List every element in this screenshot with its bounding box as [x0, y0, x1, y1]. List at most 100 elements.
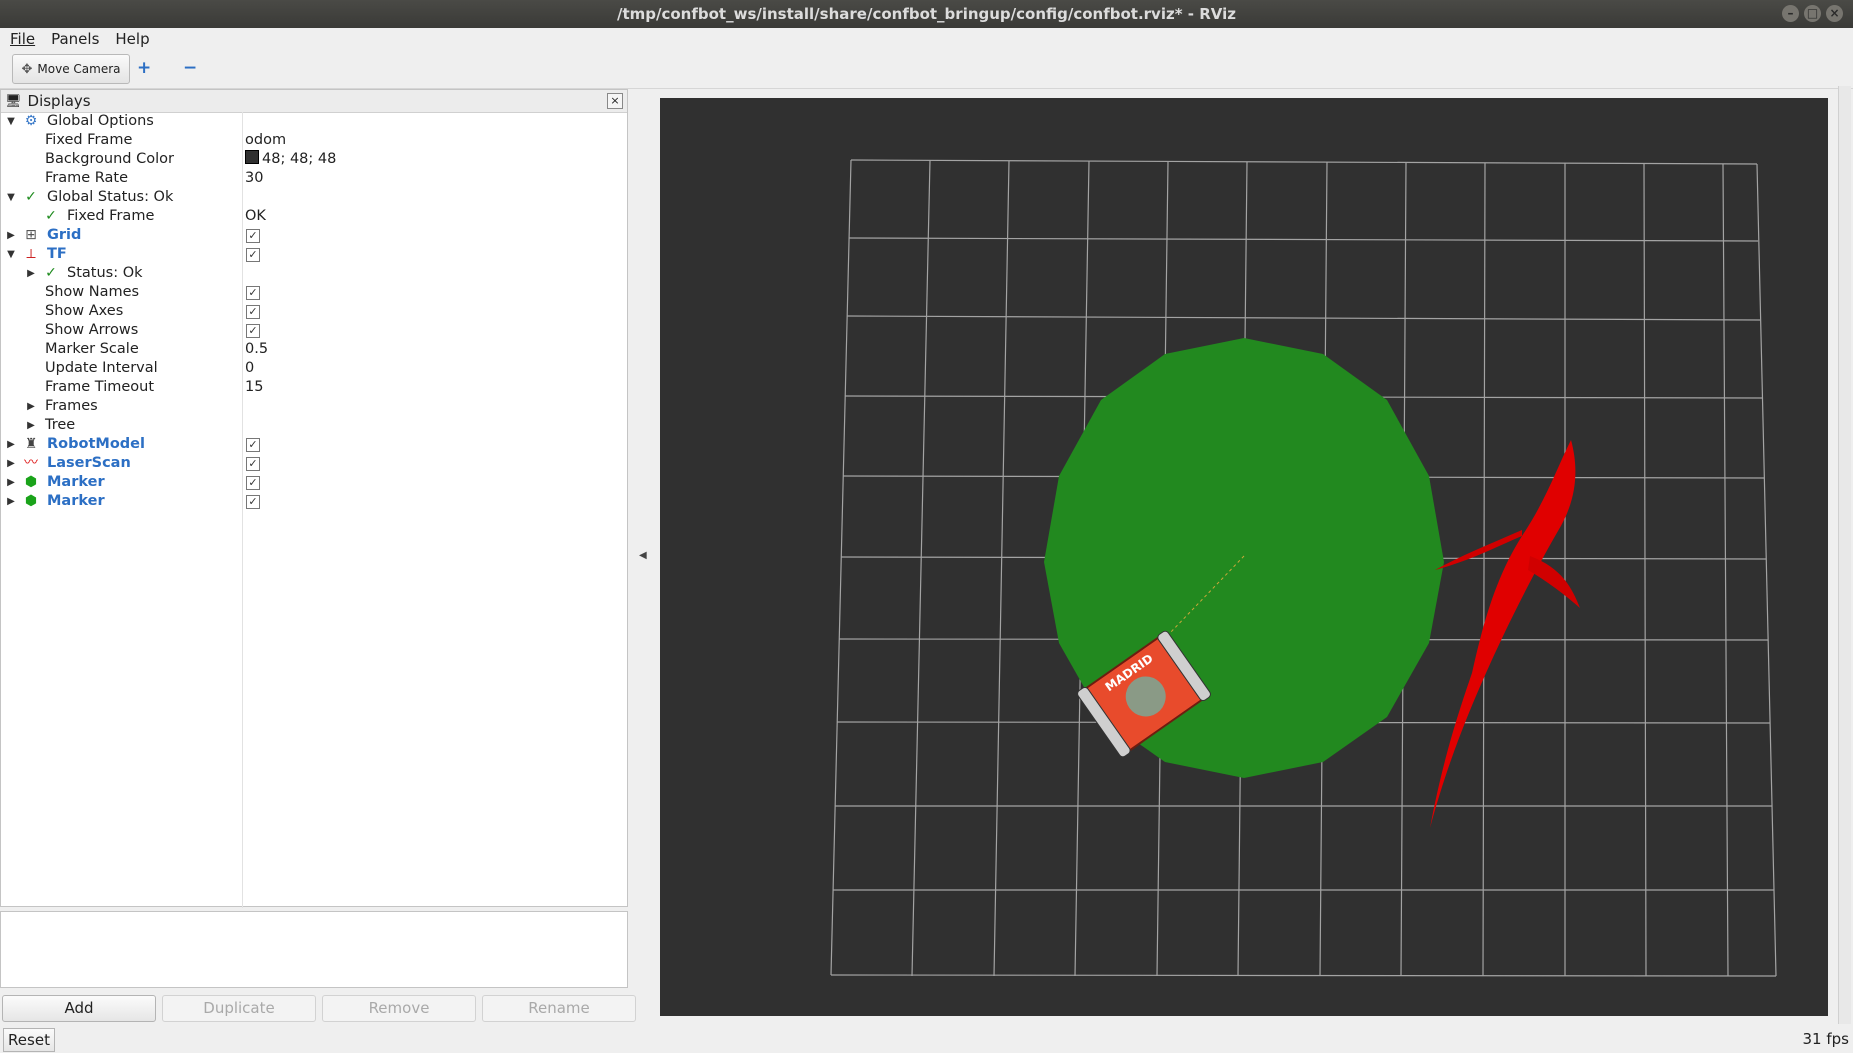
tf-checkbox[interactable]: ✓ [246, 248, 260, 262]
tree-row-frame-rate[interactable]: Frame Rate 30 [1, 169, 627, 188]
marker-icon: ⬢ [24, 474, 38, 490]
global-status-label: Global Status: Ok [47, 189, 174, 205]
tree-row-background-color[interactable]: Background Color 48; 48; 48 [1, 150, 627, 169]
menu-file[interactable]: File [10, 30, 35, 48]
collapsed-arrow-icon[interactable]: ▶ [25, 416, 37, 435]
window-controls: – □ × [1782, 5, 1843, 22]
tree-row-global-status[interactable]: ▼ ✓ Global Status: Ok [1, 188, 627, 207]
tree-row-update-interval[interactable]: Update Interval 0 [1, 359, 627, 378]
remove-button[interactable]: Remove [322, 995, 476, 1022]
marker-scale-value[interactable]: 0.5 [245, 340, 268, 359]
expanded-arrow-icon[interactable]: ▼ [5, 188, 17, 207]
laser-scan-label: LaserScan [47, 455, 131, 471]
tree-row-fixed-frame[interactable]: Fixed Frame odom [1, 131, 627, 150]
menu-help[interactable]: Help [115, 30, 149, 48]
right-dock-handle[interactable] [1838, 86, 1851, 1024]
monitor-icon: 🖥 [5, 93, 22, 109]
minimize-icon[interactable]: – [1782, 5, 1799, 22]
tree-row-marker-scale[interactable]: Marker Scale 0.5 [1, 340, 627, 359]
tree-row-frame-timeout[interactable]: Frame Timeout 15 [1, 378, 627, 397]
maximize-icon[interactable]: □ [1804, 5, 1821, 22]
tree-row-tree[interactable]: ▶ Tree [1, 416, 627, 435]
robot-model-label: RobotModel [47, 436, 145, 452]
description-area [0, 911, 628, 988]
window-title: /tmp/confbot_ws/install/share/confbot_br… [616, 5, 1236, 23]
collapsed-arrow-icon[interactable]: ▶ [5, 473, 17, 492]
render-canvas[interactable]: MADRID [660, 98, 1828, 1016]
tree-row-laser-scan[interactable]: ▶ 〰 LaserScan ✓ [1, 454, 627, 473]
grid-checkbox[interactable]: ✓ [246, 229, 260, 243]
tree-row-tf[interactable]: ▼ ⟂ TF ✓ [1, 245, 627, 264]
gear-icon: ⚙ [24, 113, 38, 129]
update-interval-label: Update Interval [45, 360, 158, 376]
collapsed-arrow-icon[interactable]: ▶ [5, 492, 17, 511]
background-color-label: Background Color [45, 151, 174, 167]
laser-scan-checkbox[interactable]: ✓ [246, 457, 260, 471]
tree-row-tf-status[interactable]: ▶ ✓ Status: Ok [1, 264, 627, 283]
marker-checkbox[interactable]: ✓ [246, 495, 260, 509]
remove-tool-icon[interactable]: − [183, 58, 197, 78]
move-camera-button[interactable]: ✥ Move Camera [12, 54, 130, 84]
displays-panel-header: 🖥 Displays [1, 90, 627, 113]
checkmark-icon: ✓ [45, 265, 57, 281]
tf-axes-icon: ⟂ [26, 246, 36, 262]
tree-row-robot-model[interactable]: ▶ ♜ RobotModel ✓ [1, 435, 627, 454]
fixed-frame-value[interactable]: odom [245, 131, 286, 150]
tf-status-label: Status: Ok [67, 265, 143, 281]
display-buttons: Add Duplicate Remove Rename [2, 995, 636, 1022]
window-titlebar: /tmp/confbot_ws/install/share/confbot_br… [0, 0, 1853, 28]
background-color-value[interactable]: 48; 48; 48 [245, 150, 336, 169]
frame-timeout-value[interactable]: 15 [245, 378, 263, 397]
global-options-label: Global Options [47, 113, 154, 129]
collapsed-arrow-icon[interactable]: ▶ [5, 435, 17, 454]
collapsed-arrow-icon[interactable]: ▶ [25, 264, 37, 283]
tree-row-marker-2[interactable]: ▶ ⬢ Marker ✓ [1, 492, 627, 511]
marker-icon: ⬢ [24, 493, 38, 509]
robot-icon: ♜ [24, 436, 38, 452]
menu-panels[interactable]: Panels [51, 30, 99, 48]
marker-label: Marker [47, 474, 105, 490]
tree-row-show-arrows[interactable]: Show Arrows ✓ [1, 321, 627, 340]
3d-view[interactable]: MADRID [660, 98, 1828, 1016]
close-panel-icon[interactable]: × [607, 93, 623, 109]
tree-row-show-names[interactable]: Show Names ✓ [1, 283, 627, 302]
tree-row-frames[interactable]: ▶ Frames [1, 397, 627, 416]
add-tool-icon[interactable]: + [137, 58, 151, 78]
frames-label: Frames [45, 398, 98, 414]
fps-indicator: 31 fps [1802, 1030, 1849, 1048]
tree-row-status-fixed-frame[interactable]: ✓ Fixed Frame OK [1, 207, 627, 226]
expanded-arrow-icon[interactable]: ▼ [5, 245, 17, 264]
close-icon[interactable]: × [1826, 5, 1843, 22]
collapsed-arrow-icon[interactable]: ▶ [25, 397, 37, 416]
checkmark-icon: ✓ [25, 189, 37, 205]
robot-model-checkbox[interactable]: ✓ [246, 438, 260, 452]
collapsed-arrow-icon[interactable]: ▶ [5, 454, 17, 473]
marker-label: Marker [47, 493, 105, 509]
move-camera-label: Move Camera [37, 62, 121, 76]
reset-button[interactable]: Reset [3, 1028, 55, 1052]
tree-row-marker-1[interactable]: ▶ ⬢ Marker ✓ [1, 473, 627, 492]
frame-timeout-label: Frame Timeout [45, 379, 155, 395]
menu-bar: File Panels Help [0, 28, 1853, 50]
update-interval-value[interactable]: 0 [245, 359, 254, 378]
show-names-checkbox[interactable]: ✓ [246, 286, 260, 300]
color-swatch [245, 150, 259, 164]
show-arrows-checkbox[interactable]: ✓ [246, 324, 260, 338]
checkmark-icon: ✓ [45, 208, 57, 224]
tree-row-show-axes[interactable]: Show Axes ✓ [1, 302, 627, 321]
marker-checkbox[interactable]: ✓ [246, 476, 260, 490]
laser-scan-icon: 〰 [24, 455, 38, 471]
rename-button[interactable]: Rename [482, 995, 636, 1022]
show-axes-checkbox[interactable]: ✓ [246, 305, 260, 319]
tree-row-global-options[interactable]: ▼ ⚙ Global Options [1, 112, 627, 131]
show-axes-label: Show Axes [45, 303, 124, 319]
collapsed-arrow-icon[interactable]: ▶ [5, 226, 17, 245]
duplicate-button[interactable]: Duplicate [162, 995, 316, 1022]
tree-row-grid[interactable]: ▶ ⊞ Grid ✓ [1, 226, 627, 245]
collapse-left-arrow-icon[interactable]: ◀ [639, 550, 647, 561]
frame-rate-value[interactable]: 30 [245, 169, 263, 188]
add-button[interactable]: Add [2, 995, 156, 1022]
tree-label: Tree [45, 417, 76, 433]
expanded-arrow-icon[interactable]: ▼ [5, 112, 17, 131]
marker-scale-label: Marker Scale [45, 341, 139, 357]
